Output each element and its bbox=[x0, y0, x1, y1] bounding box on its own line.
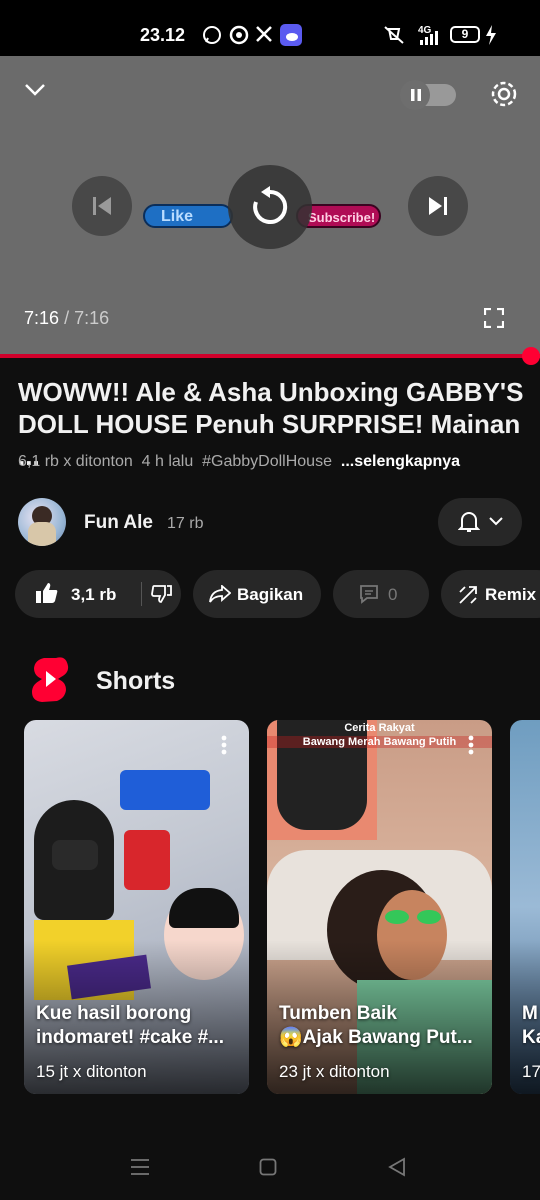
chevron-down-icon bbox=[489, 517, 503, 526]
minimize-chevron-icon[interactable] bbox=[24, 82, 46, 98]
subscriber-count: 17 rb bbox=[167, 515, 204, 532]
like-count: 3,1 rb bbox=[71, 585, 117, 604]
pause-icon bbox=[411, 89, 421, 101]
like-sticker: Like bbox=[143, 204, 233, 228]
hashtag-link[interactable]: #GabbyDollHouse bbox=[202, 453, 332, 470]
whatsapp-icon bbox=[203, 26, 221, 44]
replay-button[interactable] bbox=[228, 165, 312, 249]
share-button[interactable]: Bagikan bbox=[193, 570, 321, 618]
thumbs-up-icon bbox=[36, 583, 58, 603]
short-card[interactable]: M Ka 17 bbox=[510, 720, 540, 1094]
weather-app-icon bbox=[280, 24, 302, 46]
status-time: 23.12 bbox=[140, 25, 186, 45]
comments-button[interactable]: 0 bbox=[333, 570, 429, 618]
signal-icon bbox=[420, 31, 438, 45]
settings-gear-icon[interactable] bbox=[488, 78, 520, 110]
system-nav-bar bbox=[0, 1140, 540, 1200]
more-vertical-icon[interactable] bbox=[467, 734, 475, 756]
home-square-icon[interactable] bbox=[259, 1158, 277, 1176]
charging-icon bbox=[486, 25, 496, 45]
channel-name[interactable]: Fun Ale bbox=[84, 512, 153, 534]
video-meta[interactable]: 6,1 rb x ditonton 4 h lalu #GabbyDollHou… bbox=[18, 453, 538, 471]
next-button[interactable] bbox=[408, 176, 468, 236]
more-vertical-icon[interactable] bbox=[220, 734, 228, 756]
shorts-section-title: Shorts bbox=[96, 667, 176, 695]
skip-previous-icon bbox=[93, 197, 111, 215]
battery-icon: 9 bbox=[450, 26, 480, 43]
comment-icon bbox=[360, 585, 378, 604]
autoplay-toggle[interactable] bbox=[400, 80, 456, 110]
remix-button[interactable]: Remix bbox=[441, 570, 540, 618]
short-view-count: 23 jt x ditonton bbox=[279, 1062, 390, 1081]
short-caption: M Ka bbox=[522, 1003, 540, 1048]
view-count: 6,1 rb x ditonton bbox=[18, 453, 133, 470]
short-card[interactable]: Cerita Rakyat Bawang Merah Bawang Putih … bbox=[267, 720, 492, 1094]
x-twitter-icon bbox=[256, 26, 272, 42]
notification-bell-button[interactable] bbox=[438, 498, 522, 546]
status-bar: 23.12 4G 9 bbox=[0, 0, 540, 56]
remix-icon bbox=[459, 586, 477, 604]
short-view-count: 15 jt x ditonton bbox=[36, 1062, 147, 1081]
thumbs-down-icon[interactable] bbox=[151, 584, 173, 604]
short-caption: Tumben Baik 😱Ajak Bawang Put... bbox=[279, 1003, 473, 1048]
progress-scrubber[interactable] bbox=[522, 347, 540, 365]
bell-icon bbox=[458, 512, 480, 532]
fullscreen-icon[interactable] bbox=[484, 308, 504, 328]
comment-count: 0 bbox=[388, 585, 398, 604]
back-triangle-icon[interactable] bbox=[388, 1157, 406, 1177]
upload-age: 4 h lalu bbox=[141, 453, 194, 470]
time-display: 7:16 / 7:16 bbox=[24, 308, 110, 328]
short-caption: Kue hasil borong indomaret! #cake #... bbox=[36, 1003, 224, 1048]
skip-next-icon bbox=[429, 197, 447, 215]
share-label: Bagikan bbox=[237, 585, 304, 604]
share-arrow-icon bbox=[209, 585, 231, 603]
replay-icon bbox=[253, 186, 288, 224]
show-more-link[interactable]: ...selengkapnya bbox=[341, 453, 460, 470]
previous-button[interactable] bbox=[72, 176, 132, 236]
mute-vibrate-icon bbox=[384, 26, 404, 44]
short-overlay-subtitle: Bawang Merah Bawang Putih bbox=[267, 736, 492, 748]
channel-avatar[interactable] bbox=[18, 498, 66, 546]
like-dislike-group: 3,1 rb bbox=[15, 570, 181, 618]
shorts-logo-icon bbox=[32, 657, 69, 702]
short-card[interactable]: Kue hasil borong indomaret! #cake #... 1… bbox=[24, 720, 249, 1094]
short-overlay-title: Cerita Rakyat bbox=[344, 722, 415, 734]
like-button[interactable]: 3,1 rb bbox=[15, 570, 135, 618]
app-notification-icon bbox=[229, 25, 249, 45]
video-player[interactable]: Like Subscribe! 7:16 / 7:16 bbox=[0, 56, 540, 356]
recents-menu-icon[interactable] bbox=[130, 1158, 150, 1176]
remix-label: Remix bbox=[485, 585, 537, 604]
short-view-count: 17 bbox=[522, 1062, 540, 1081]
progress-bar[interactable] bbox=[0, 354, 540, 358]
